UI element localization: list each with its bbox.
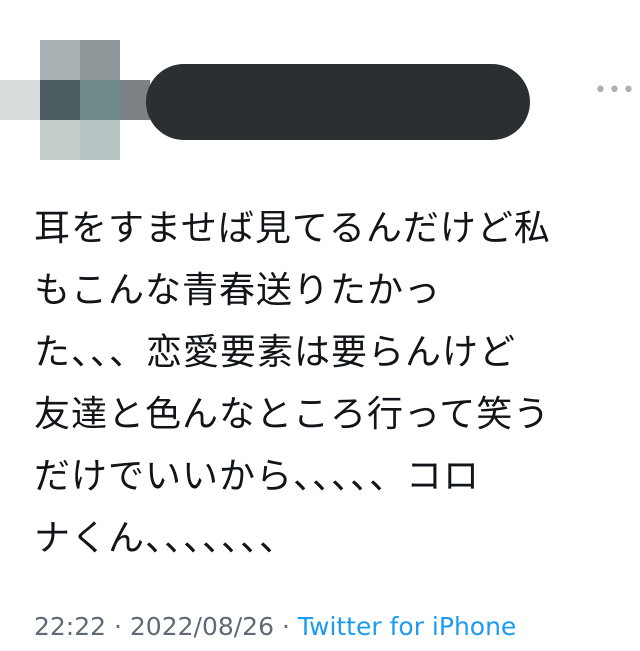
tweet-text-line: 耳をすませば見てるんだけど私 bbox=[34, 208, 551, 249]
meta-separator: · bbox=[281, 612, 290, 641]
tweet-text: 耳をすませば見てるんだけど私 もこんな青春送りたかっ た、、、恋愛要素は要らんけ… bbox=[34, 198, 630, 570]
avatar-pixel bbox=[80, 80, 120, 120]
tweet-text-line: だけでいいから、、、、、コロ bbox=[34, 456, 481, 497]
tweet-text-line: た、、、恋愛要素は要らんけど bbox=[34, 332, 517, 373]
tweet-date[interactable]: 2022/08/26 bbox=[130, 612, 274, 641]
tweet-text-line: 友達と色んなところ行って笑う bbox=[34, 394, 551, 435]
redacted-username bbox=[146, 64, 530, 140]
tweet-text-line: もこんな青春送りたかっ bbox=[34, 270, 442, 311]
avatar-pixel bbox=[80, 120, 120, 160]
more-options-icon[interactable]: ••• bbox=[594, 80, 636, 102]
tweet-text-line: ナくん、、、、、、、 bbox=[34, 518, 297, 559]
tweet-source-link[interactable]: Twitter for iPhone bbox=[298, 612, 516, 641]
tweet-meta: 22:22 · 2022/08/26 · Twitter for iPhone bbox=[34, 612, 516, 641]
avatar-pixel bbox=[80, 40, 120, 80]
tweet-time[interactable]: 22:22 bbox=[34, 612, 106, 641]
avatar-pixel bbox=[40, 120, 80, 160]
avatar-pixel bbox=[0, 80, 40, 120]
avatar-pixel bbox=[40, 40, 80, 80]
avatar-pixel bbox=[40, 80, 80, 120]
meta-separator: · bbox=[114, 612, 122, 641]
avatar[interactable] bbox=[0, 40, 150, 160]
